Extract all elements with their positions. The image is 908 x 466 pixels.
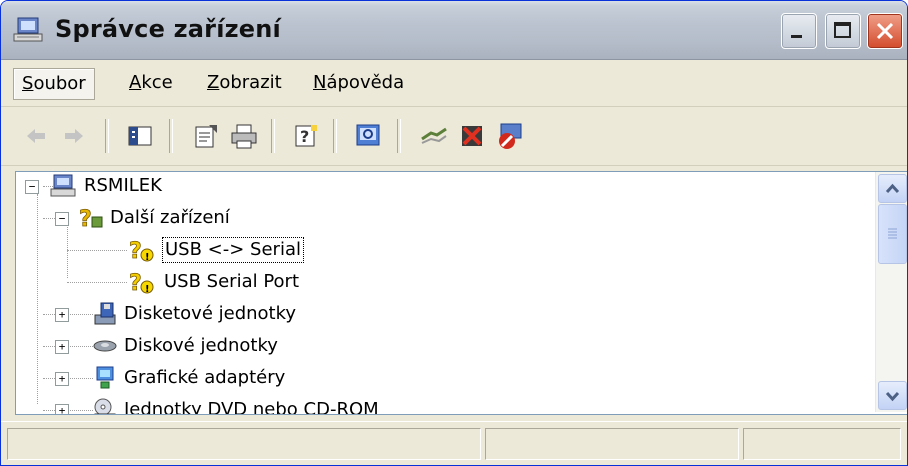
close-icon bbox=[876, 22, 894, 40]
tree-node-graficke-adaptery[interactable]: + Grafické adaptéry bbox=[16, 364, 876, 392]
forward-arrow-icon[interactable] bbox=[59, 121, 89, 151]
vertical-scrollbar[interactable] bbox=[875, 172, 907, 412]
maximize-button[interactable] bbox=[825, 13, 861, 49]
properties-icon[interactable] bbox=[191, 121, 221, 151]
floppy-drive-icon bbox=[94, 302, 116, 325]
status-bar bbox=[1, 421, 907, 465]
tree-node-dalsi-zarizeni[interactable]: − ? Další zařízení bbox=[16, 204, 876, 232]
expand-icon[interactable]: + bbox=[55, 340, 69, 354]
menu-napoveda[interactable]: Nápověda bbox=[305, 68, 412, 98]
chevron-down-icon bbox=[885, 391, 900, 402]
close-button[interactable] bbox=[867, 13, 903, 49]
scan-hardware-icon[interactable] bbox=[353, 121, 383, 151]
tree-label: RSMILEK bbox=[84, 175, 162, 196]
svg-text:?: ? bbox=[79, 207, 92, 231]
tree-label: Grafické adaptéry bbox=[124, 367, 286, 388]
expand-icon[interactable]: + bbox=[55, 404, 69, 414]
toolbar-separator bbox=[333, 119, 337, 153]
update-driver-icon[interactable] bbox=[419, 121, 449, 151]
svg-text:!: ! bbox=[145, 284, 150, 295]
title-bar[interactable]: Správce zařízení bbox=[1, 1, 907, 60]
device-manager-window: Správce zařízení Soubor Akce Zobrazit Ná… bbox=[0, 0, 908, 466]
toolbar-separator bbox=[397, 119, 401, 153]
scroll-thumb[interactable] bbox=[878, 204, 907, 264]
tree-label: Další zařízení bbox=[110, 207, 230, 228]
print-icon[interactable] bbox=[229, 121, 259, 151]
toolbar-separator bbox=[271, 119, 275, 153]
tree-label: Jednotky DVD nebo CD-ROM bbox=[124, 399, 379, 415]
menu-soubor[interactable]: Soubor bbox=[13, 68, 95, 100]
collapse-icon[interactable]: − bbox=[25, 180, 39, 194]
computer-icon bbox=[50, 174, 76, 197]
status-pane bbox=[7, 428, 481, 460]
menu-akce[interactable]: Akce bbox=[121, 68, 181, 98]
window-title: Správce zařízení bbox=[55, 15, 281, 43]
unknown-device-icon: ? bbox=[79, 207, 103, 231]
expand-icon[interactable]: + bbox=[55, 372, 69, 386]
scroll-down-button[interactable] bbox=[878, 381, 907, 410]
toolbar-separator bbox=[169, 119, 173, 153]
toolbar: ? bbox=[1, 107, 907, 166]
scroll-up-button[interactable] bbox=[878, 174, 907, 203]
device-tree[interactable]: − RSMILEK − ? Další zařízení ? ! USB <->… bbox=[15, 171, 907, 415]
grip-icon bbox=[888, 228, 897, 239]
menu-zobrazit[interactable]: Zobrazit bbox=[199, 68, 290, 98]
tree-node-usb-serial-port[interactable]: ? ! USB Serial Port bbox=[16, 268, 876, 296]
menu-bar: Soubor Akce Zobrazit Nápověda bbox=[1, 60, 907, 107]
tree-node-diskove-jednotky[interactable]: + Diskové jednotky bbox=[16, 332, 876, 360]
hard-disk-icon bbox=[93, 340, 117, 352]
svg-text:!: ! bbox=[145, 252, 150, 263]
warning-device-icon: ? ! bbox=[129, 239, 154, 263]
tree-label: Diskové jednotky bbox=[124, 335, 278, 356]
display-adapter-icon bbox=[96, 366, 114, 389]
computer-icon bbox=[13, 17, 43, 42]
tree-node-dvd-cdrom[interactable]: + Jednotky DVD nebo CD-ROM bbox=[16, 396, 876, 415]
toolbar-separator bbox=[105, 119, 109, 153]
status-pane bbox=[743, 428, 901, 460]
tree-label: Disketové jednotky bbox=[124, 303, 297, 324]
tree-root[interactable]: − RSMILEK bbox=[16, 172, 876, 200]
help-icon[interactable]: ? bbox=[291, 121, 321, 151]
warning-device-icon: ? ! bbox=[129, 271, 154, 295]
status-pane bbox=[485, 428, 739, 460]
collapse-icon[interactable]: − bbox=[55, 212, 69, 226]
back-arrow-icon[interactable] bbox=[21, 121, 51, 151]
svg-text:?: ? bbox=[300, 127, 309, 146]
minimize-button[interactable] bbox=[781, 13, 817, 49]
minimize-icon bbox=[791, 35, 802, 38]
chevron-up-icon bbox=[885, 183, 900, 194]
svg-text:?: ? bbox=[129, 239, 142, 263]
tree-label: USB Serial Port bbox=[164, 271, 300, 292]
svg-text:?: ? bbox=[129, 271, 142, 295]
expand-icon[interactable]: + bbox=[55, 308, 69, 322]
maximize-icon bbox=[834, 22, 851, 38]
tree-node-usb-serial[interactable]: ? ! USB <-> Serial bbox=[16, 236, 876, 264]
console-tree-icon[interactable] bbox=[125, 121, 155, 151]
uninstall-icon[interactable] bbox=[457, 121, 487, 151]
cd-drive-icon bbox=[94, 398, 116, 414]
disable-icon[interactable] bbox=[495, 121, 525, 151]
tree-node-disketove-jednotky[interactable]: + Disketové jednotky bbox=[16, 300, 876, 328]
tree-label-selected: USB <-> Serial bbox=[162, 237, 304, 263]
